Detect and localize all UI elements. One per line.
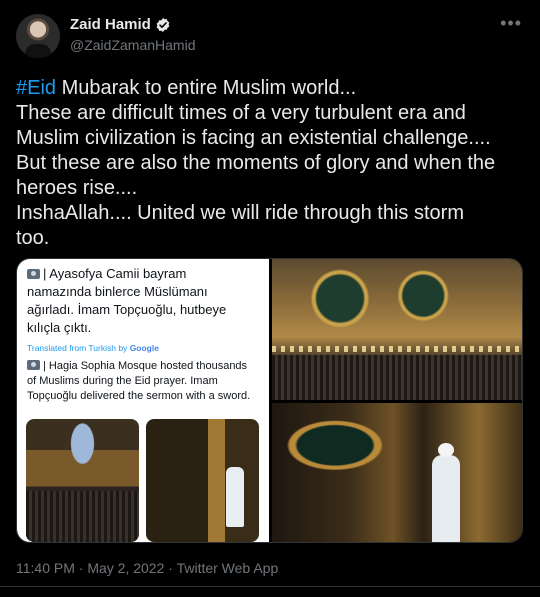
media-image-mosque-interior[interactable] — [272, 259, 522, 400]
english-line-3: Topçuoğlu delivered the sermon with a sw… — [27, 390, 251, 402]
english-line-1: | Hagia Sophia Mosque hosted thousands — [27, 359, 247, 373]
author-handle[interactable]: @ZaidZamanHamid — [70, 37, 195, 53]
translated-text: Translated from Turkish by — [27, 343, 128, 353]
tweet-line-7: too. — [16, 227, 50, 249]
mosque-interior-photo — [272, 259, 522, 400]
imam-pulpit-photo — [272, 403, 522, 542]
tweet-line-4: But these are also the moments of glory … — [16, 152, 496, 174]
google-brand: Google — [129, 343, 159, 353]
screenshot-imam-photo — [146, 419, 259, 542]
screenshot-mosque-photo — [26, 419, 139, 542]
camera-icon — [27, 360, 40, 370]
turkish-text-1: | Ayasofya Camii bayram — [43, 266, 187, 281]
media-image-imam-pulpit[interactable] — [272, 403, 522, 542]
tweet-line-3: Muslim civilization is facing an existen… — [16, 127, 491, 149]
tweet: Zaid Hamid @ZaidZamanHamid ••• #Eid Muba… — [0, 0, 540, 597]
english-text-1: | Hagia Sophia Mosque hosted thousands — [43, 360, 248, 372]
media-image-screenshot[interactable]: | Ayasofya Camii bayram namazında binler… — [17, 259, 269, 542]
user-avatar[interactable] — [16, 14, 60, 58]
camera-icon — [27, 269, 40, 279]
verified-badge-icon — [156, 17, 170, 32]
turkish-line-1: | Ayasofya Camii bayram — [27, 265, 186, 283]
tweet-timestamp[interactable]: 11:40 PM · May 2, 2022 · Twitter Web App — [16, 560, 278, 576]
divider — [0, 586, 540, 587]
author-name-row: Zaid Hamid — [70, 16, 171, 33]
tweet-line-6: InshaAllah.... United we will ride throu… — [16, 202, 464, 224]
tweet-line-2: These are difficult times of a very turb… — [16, 102, 466, 124]
tweet-text: #Eid Mubarak to entire Muslim world... T… — [16, 76, 526, 251]
author-display-name[interactable]: Zaid Hamid — [70, 16, 151, 33]
media-grid: | Ayasofya Camii bayram namazında binler… — [16, 258, 523, 543]
turkish-line-4: kılıçla çıktı. — [27, 320, 92, 335]
english-line-2: of Muslims during the Eid prayer. Imam — [27, 375, 218, 387]
tweet-line-5: heroes rise.... — [16, 177, 138, 199]
hashtag-link[interactable]: #Eid — [16, 77, 56, 99]
more-options-icon[interactable]: ••• — [500, 14, 522, 32]
turkish-line-2: namazında binlerce Müslümanı — [27, 284, 208, 299]
tweet-line-1-text: Mubarak to entire Muslim world... — [56, 77, 357, 99]
translated-by-label: Translated from Turkish by Google — [27, 343, 159, 353]
tweet-line-1: #Eid Mubarak to entire Muslim world... — [16, 76, 526, 101]
embedded-screenshot: | Ayasofya Camii bayram namazında binler… — [17, 259, 269, 542]
turkish-line-3: ağırladı. İmam Topçuoğlu, hutbeye — [27, 302, 227, 317]
